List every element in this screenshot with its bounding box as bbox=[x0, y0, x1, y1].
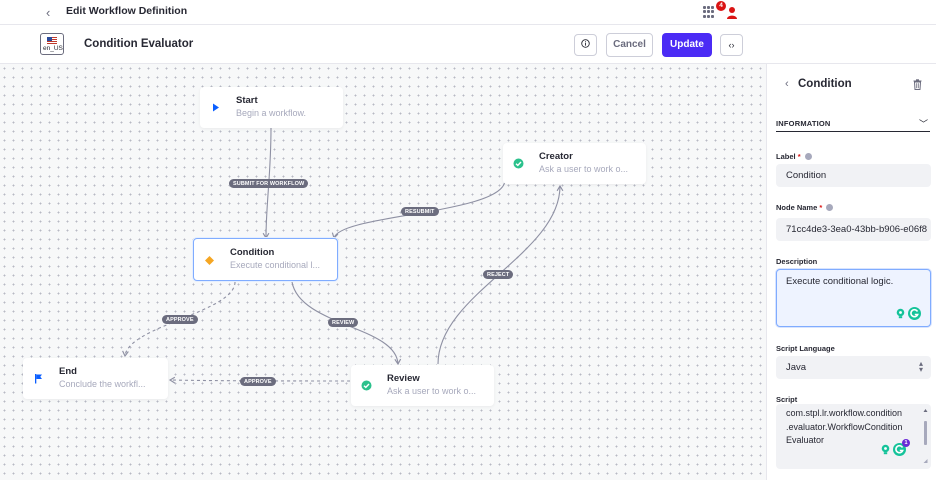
node-properties-panel: ‹ Condition INFORMATION ﹀ Label * Condit… bbox=[766, 64, 936, 480]
edge-label-approve-condition[interactable]: APPROVE bbox=[162, 315, 198, 324]
description-textarea[interactable]: Execute conditional logic. bbox=[776, 269, 931, 327]
user-icon[interactable] bbox=[726, 6, 738, 19]
grammarly-g-icon bbox=[910, 308, 919, 318]
node-creator-title: Creator bbox=[539, 151, 573, 162]
label-field-text: Label bbox=[776, 152, 796, 161]
edge-label-resubmit[interactable]: RESUBMIT bbox=[401, 207, 439, 216]
update-button[interactable]: Update bbox=[662, 33, 712, 57]
help-icon[interactable] bbox=[826, 204, 834, 211]
node-start-title: Start bbox=[236, 95, 258, 106]
node-end[interactable]: End Conclude the workfl... bbox=[23, 358, 168, 399]
information-section-toggle[interactable]: INFORMATION ﹀ bbox=[776, 114, 930, 132]
script-language-select[interactable]: Java ▴ ▾ bbox=[776, 356, 931, 379]
workflow-edges bbox=[122, 127, 564, 384]
grammarly-count-badge: 1 bbox=[902, 439, 910, 447]
edge-label-approve-review[interactable]: APPROVE bbox=[240, 377, 276, 386]
node-name-input[interactable]: 71cc4de3-3ea0-43bb-b906-e06f8 bbox=[776, 218, 931, 241]
script-line: .evaluator.WorkflowCondition bbox=[786, 421, 903, 432]
page-header-title: Edit Workflow Definition bbox=[66, 5, 188, 17]
description-field-label: Description bbox=[776, 257, 818, 266]
node-name-field-text: Node Name bbox=[776, 203, 818, 212]
code-view-button[interactable]: ‹› bbox=[720, 34, 743, 56]
node-creator[interactable]: Creator Ask a user to work o... bbox=[503, 143, 646, 184]
node-name-field-label: Node Name * bbox=[776, 203, 834, 212]
node-end-title: End bbox=[59, 366, 77, 377]
editor-header: en_US Condition Evaluator Cancel Update … bbox=[0, 25, 936, 64]
chevron-down-icon: ﹀ bbox=[918, 119, 928, 129]
script-field-label: Script bbox=[776, 395, 798, 404]
help-icon[interactable] bbox=[804, 153, 812, 160]
diamond-icon bbox=[205, 256, 214, 265]
node-condition-desc: Execute conditional l... bbox=[230, 260, 321, 270]
script-language-field-label: Script Language bbox=[776, 344, 835, 353]
notification-badge[interactable]: 4 bbox=[716, 1, 726, 11]
script-textarea[interactable]: com.stpl.lr.workflow.condition .evaluato… bbox=[776, 404, 931, 469]
required-marker: * bbox=[797, 152, 801, 161]
apps-grid-icon[interactable] bbox=[703, 6, 715, 18]
scrollbar[interactable] bbox=[923, 408, 928, 464]
lightbulb-icon[interactable] bbox=[895, 308, 906, 319]
workflow-canvas[interactable]: SUBMIT FOR WORKFLOW RESUBMIT REJECT APPR… bbox=[0, 64, 766, 480]
node-condition[interactable]: Condition Execute conditional l... bbox=[193, 238, 338, 281]
grammarly-icon[interactable] bbox=[908, 307, 921, 320]
locale-label: en_US bbox=[43, 45, 63, 52]
node-review[interactable]: Review Ask a user to work o... bbox=[351, 365, 494, 406]
edge-label-submit[interactable]: SUBMIT FOR WORKFLOW bbox=[229, 179, 309, 188]
code-icon: ‹› bbox=[728, 40, 735, 50]
node-review-title: Review bbox=[387, 373, 420, 384]
label-field-label: Label * bbox=[776, 152, 812, 161]
locale-selector[interactable]: en_US bbox=[40, 33, 64, 55]
top-bar: ‹ Edit Workflow Definition 4 bbox=[0, 0, 936, 25]
node-review-desc: Ask a user to work o... bbox=[387, 386, 477, 396]
required-marker: * bbox=[819, 203, 823, 212]
info-icon bbox=[581, 39, 590, 48]
back-chevron-icon[interactable]: ‹ bbox=[46, 5, 50, 20]
info-button[interactable] bbox=[574, 34, 597, 56]
node-creator-desc: Ask a user to work o... bbox=[539, 164, 629, 174]
panel-back-chevron-icon[interactable]: ‹ bbox=[785, 78, 789, 90]
us-flag-icon bbox=[47, 37, 57, 44]
check-circle-icon bbox=[513, 158, 524, 169]
edge-label-review[interactable]: REVIEW bbox=[328, 318, 359, 327]
trash-icon[interactable] bbox=[913, 79, 922, 90]
flag-icon bbox=[35, 374, 42, 384]
play-icon bbox=[213, 103, 219, 112]
cancel-button[interactable]: Cancel bbox=[606, 33, 653, 57]
section-label: INFORMATION bbox=[776, 119, 831, 128]
lightbulb-icon[interactable] bbox=[880, 444, 891, 455]
check-circle-icon bbox=[361, 380, 372, 391]
node-start-desc: Begin a workflow. bbox=[236, 108, 307, 118]
edge-label-reject[interactable]: REJECT bbox=[483, 270, 514, 279]
node-end-desc: Conclude the workfl... bbox=[59, 379, 146, 389]
panel-title: Condition bbox=[798, 78, 852, 90]
node-start[interactable]: Start Begin a workflow. bbox=[200, 87, 343, 128]
description-value: Execute conditional logic. bbox=[786, 276, 894, 287]
label-input[interactable]: Condition bbox=[776, 164, 931, 187]
select-arrows-icon: ▴ ▾ bbox=[918, 359, 923, 374]
node-condition-title: Condition bbox=[230, 247, 275, 258]
script-line: com.stpl.lr.workflow.condition bbox=[786, 408, 903, 418]
workflow-title: Condition Evaluator bbox=[84, 38, 194, 50]
script-language-value: Java bbox=[786, 362, 807, 373]
